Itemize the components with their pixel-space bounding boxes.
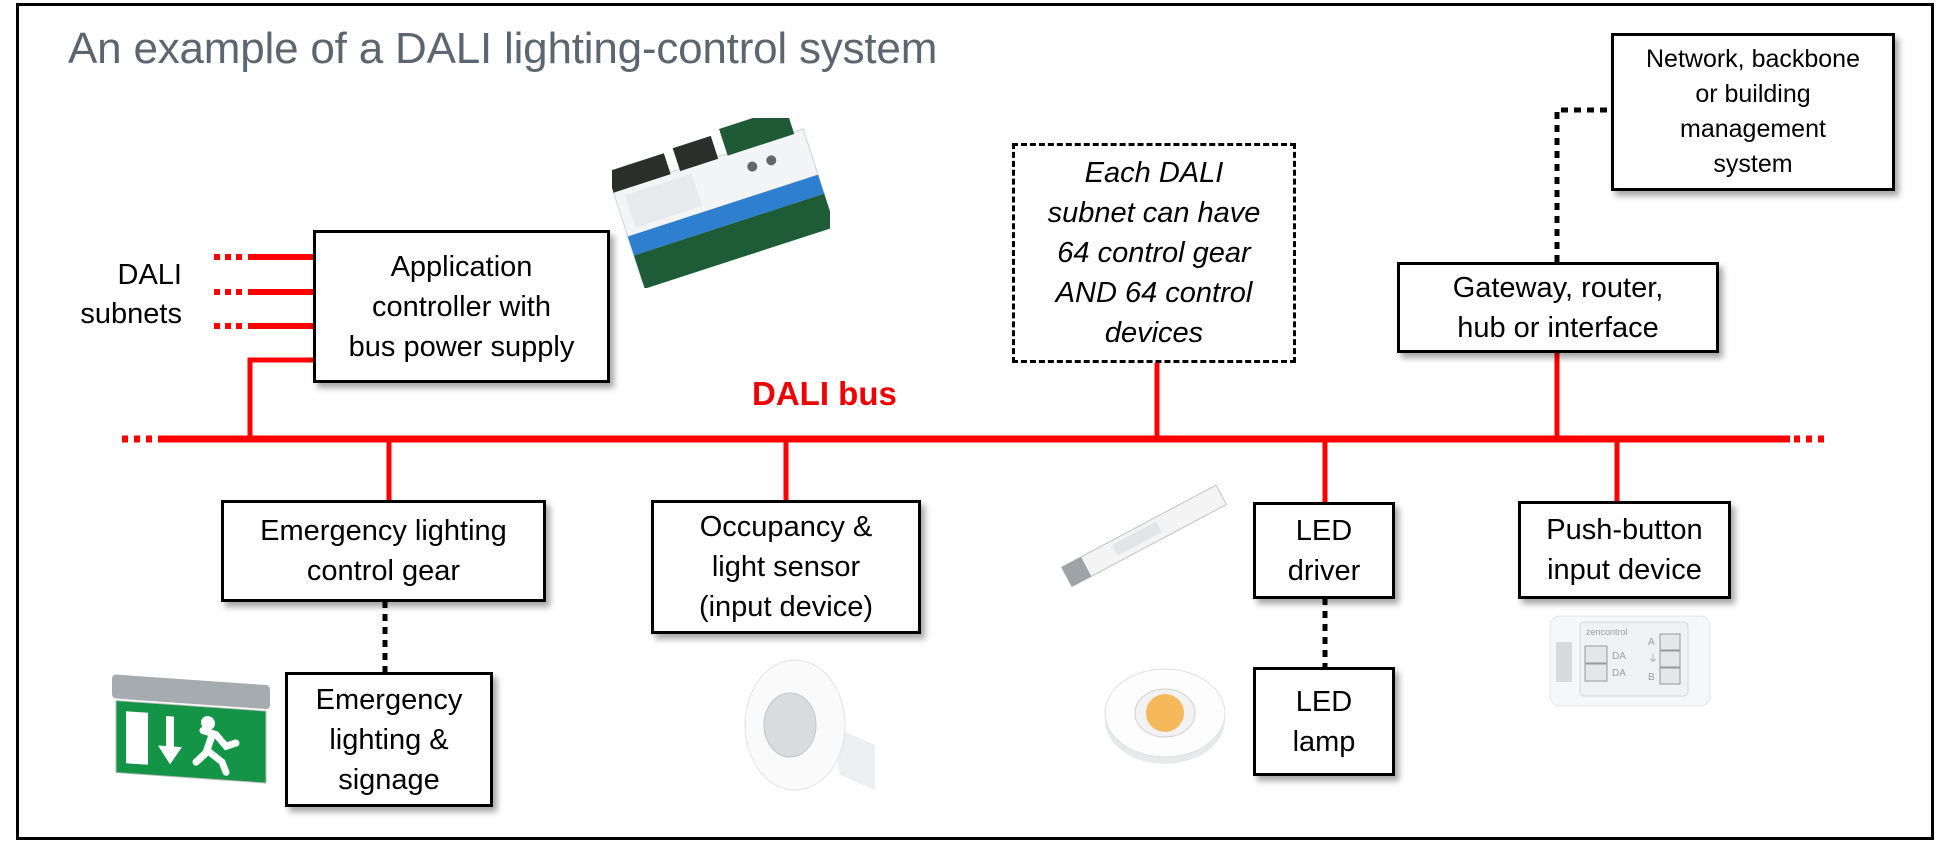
dali-bus-label: DALI bus bbox=[752, 375, 897, 412]
occupancy-sensor-node[interactable]: Occupancy & light sensor (input device) bbox=[651, 500, 921, 634]
terminal-label-a: A bbox=[1648, 637, 1655, 648]
gateway-node[interactable]: Gateway, router, hub or interface bbox=[1397, 262, 1719, 353]
terminal-label-da-2: DA bbox=[1612, 668, 1626, 679]
controller-to-bus-wire bbox=[247, 357, 313, 439]
terminal-label-ground: ⏚ bbox=[1648, 653, 1658, 665]
led-module-photo bbox=[1104, 668, 1226, 764]
led-driver-photo bbox=[1060, 485, 1228, 588]
led-lamp-label: LED lamp bbox=[1292, 685, 1356, 758]
led-lamp-node[interactable]: LED lamp bbox=[1253, 667, 1395, 776]
emergency-signage-label: Emergency lighting & signage bbox=[315, 683, 463, 796]
dali-subnets-label: DALI subnets bbox=[80, 259, 182, 330]
gateway-to-network-link bbox=[1554, 107, 1611, 262]
subnet-capacity-note: Each DALI subnet can have 64 control gea… bbox=[1012, 143, 1296, 363]
terminal-label-b: B bbox=[1648, 672, 1655, 683]
push-button-label: Push-button input device bbox=[1546, 514, 1703, 586]
application-controller-label: Application controller with bus power su… bbox=[348, 250, 575, 363]
terminal-label-da-1: DA bbox=[1612, 651, 1626, 662]
subnet-capacity-text: Each DALI subnet can have 64 control gea… bbox=[1047, 157, 1261, 349]
push-button-brand-text: zencontrol bbox=[1586, 627, 1628, 637]
network-bms-node[interactable]: Network, backbone or building management… bbox=[1611, 33, 1895, 191]
emergency-gear-node[interactable]: Emergency lighting control gear bbox=[221, 500, 546, 602]
gateway-label: Gateway, router, hub or interface bbox=[1452, 271, 1664, 344]
emergency-gear-label: Emergency lighting control gear bbox=[260, 515, 507, 587]
emergency-signage-node[interactable]: Emergency lighting & signage bbox=[285, 672, 493, 807]
occupancy-sensor-label: Occupancy & light sensor (input device) bbox=[698, 511, 874, 623]
network-bms-label: Network, backbone or building management… bbox=[1645, 45, 1860, 178]
controller-module-photo bbox=[612, 118, 830, 288]
application-controller-node[interactable]: Application controller with bus power su… bbox=[313, 230, 610, 383]
push-button-node[interactable]: Push-button input device bbox=[1518, 501, 1731, 599]
led-driver-label: LED driver bbox=[1287, 514, 1361, 587]
emergency-exit-sign-photo bbox=[112, 674, 270, 784]
led-driver-node[interactable]: LED driver bbox=[1253, 502, 1395, 599]
ceiling-sensor-photo bbox=[744, 659, 875, 791]
push-button-interface-photo: zencontrol DA DA A ⏚ B bbox=[1549, 615, 1711, 707]
